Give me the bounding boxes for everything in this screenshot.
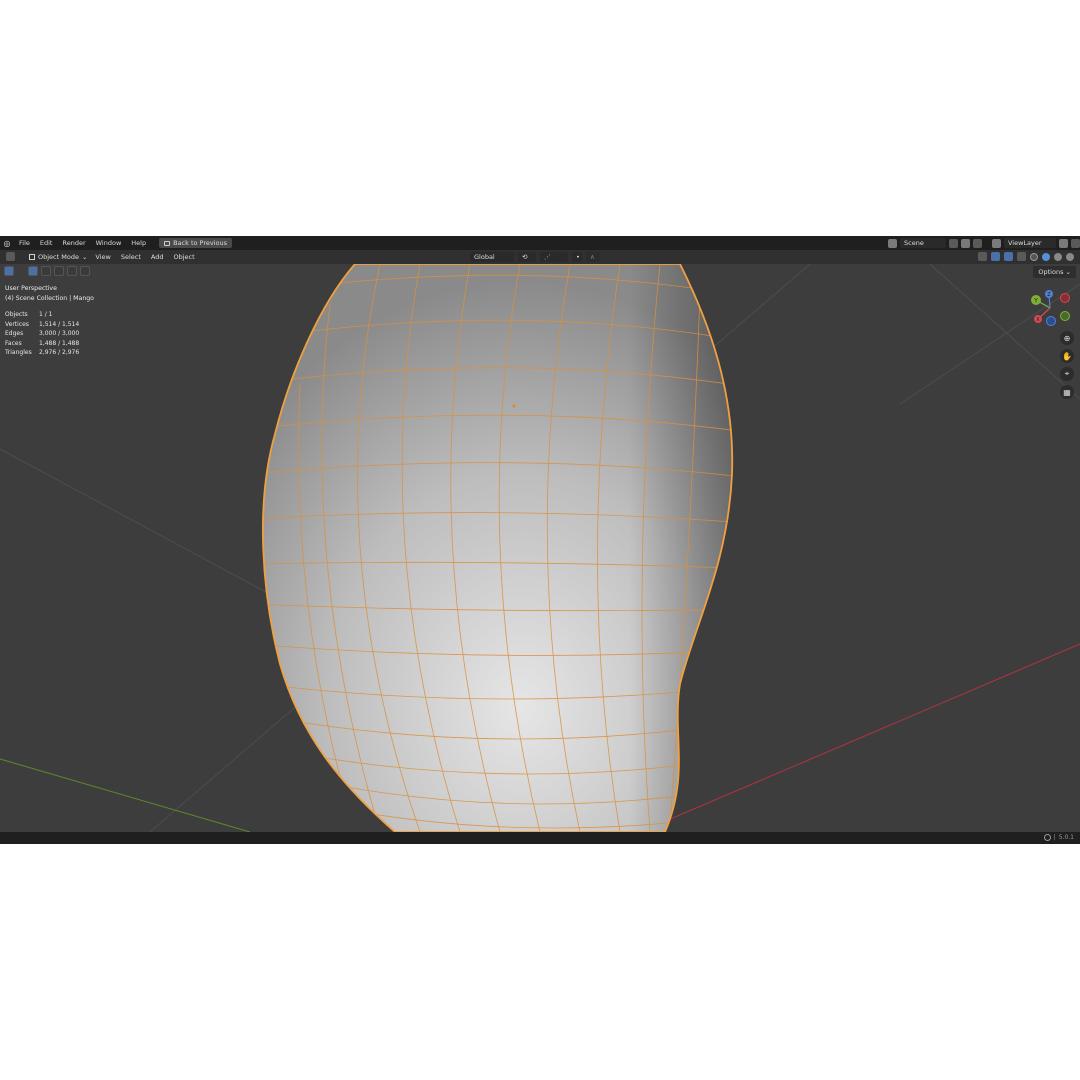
options-label: Options <box>1038 268 1064 276</box>
object-origin[interactable] <box>512 404 516 408</box>
blender-window: ◎ File Edit Render Window Help Back to P… <box>0 236 1080 844</box>
overlay-toggle-icon[interactable] <box>1004 252 1013 261</box>
tool-settings-row <box>4 266 90 276</box>
stat-row: Edges 3,000 / 3,000 <box>5 330 80 338</box>
solid-shading-icon[interactable] <box>1042 252 1050 261</box>
blender-logo-icon[interactable]: ◎ <box>0 236 14 250</box>
view-layer-field[interactable]: ViewLayer <box>1004 238 1056 248</box>
delete-scene-icon[interactable] <box>973 238 982 248</box>
back-icon <box>164 240 171 246</box>
camera-view-icon[interactable]: ⌖ <box>1060 367 1074 381</box>
stat-row: Objects 1 / 1 <box>5 311 53 318</box>
pin-icon[interactable] <box>949 238 958 248</box>
orientation-label: Global <box>474 253 495 261</box>
gizmo-y-neg[interactable] <box>1060 311 1070 321</box>
version-info: | 5.0.1 <box>1043 834 1074 841</box>
3d-viewport[interactable] <box>0 264 1080 832</box>
stat-row: Faces 1,488 / 1,488 <box>5 339 80 347</box>
status-bar: | 5.0.1 <box>0 832 1080 844</box>
navigation-gizmo[interactable]: Y Z X <box>1028 288 1072 328</box>
viewport-navigation: ⊕ ✋ ⌖ ▦ <box>1060 331 1074 399</box>
wireframe-shading-icon[interactable] <box>1030 252 1038 261</box>
delete-view-layer-icon[interactable] <box>1071 238 1080 248</box>
menu-select[interactable]: Select <box>116 253 146 261</box>
version-label: 5.0.1 <box>1058 834 1074 841</box>
mango-mesh[interactable] <box>250 264 760 832</box>
scene-type-icon[interactable] <box>888 238 897 248</box>
editor-type-icon[interactable] <box>6 252 15 261</box>
gizmo-toggle-icon[interactable] <box>991 252 1000 261</box>
material-shading-icon[interactable] <box>1054 252 1062 261</box>
falloff-icon[interactable]: ∧ <box>586 252 600 262</box>
mode-selector[interactable]: Object Mode ⌄ <box>26 252 90 262</box>
scene-statistics: Objects 1 / 1 Vertices 1,514 / 1,514 Edges… <box>5 310 79 358</box>
back-to-previous-button[interactable]: Back to Previous <box>159 238 233 248</box>
menu-help[interactable]: Help <box>126 236 151 250</box>
pivot-point-icon[interactable]: ⟲ <box>518 252 536 262</box>
orientation-dropdown[interactable]: Global <box>470 252 514 262</box>
menu-object[interactable]: Object <box>169 253 200 261</box>
visibility-icon[interactable] <box>978 252 987 261</box>
stat-row: Vertices 1,514 / 1,514 <box>5 320 80 328</box>
svg-text:Z: Z <box>1047 292 1051 298</box>
xray-icon[interactable] <box>1017 252 1026 261</box>
options-dropdown[interactable]: Options ⌄ <box>1033 266 1076 278</box>
proportional-edit-icon[interactable]: • <box>572 252 582 262</box>
menu-edit[interactable]: Edit <box>35 236 58 250</box>
intersect-mode-icon[interactable] <box>80 266 90 276</box>
select-box-mode-icon[interactable] <box>28 266 38 276</box>
rendered-shading-icon[interactable] <box>1066 252 1074 261</box>
globe-icon <box>1043 834 1051 841</box>
invert-mode-icon[interactable] <box>67 266 77 276</box>
new-view-layer-icon[interactable] <box>1059 238 1068 248</box>
y-axis-line <box>0 758 251 832</box>
new-scene-icon[interactable] <box>961 238 970 248</box>
top-menu-bar: ◎ File Edit Render Window Help Back to P… <box>0 236 1080 250</box>
mode-label: Object Mode <box>38 253 79 261</box>
snap-icon[interactable]: ⋰ <box>540 252 568 262</box>
transform-controls: Global ⟲ ⋰ • ∧ <box>470 252 600 262</box>
gizmo-z-neg[interactable] <box>1046 316 1056 326</box>
svg-text:X: X <box>1036 317 1040 323</box>
pan-hand-icon[interactable]: ✋ <box>1060 349 1074 363</box>
menu-window[interactable]: Window <box>91 236 127 250</box>
view-layer-icon[interactable] <box>992 238 1001 248</box>
zoom-icon[interactable]: ⊕ <box>1060 331 1074 345</box>
subtract-mode-icon[interactable] <box>54 266 64 276</box>
stat-row: Triangles 2,976 / 2,976 <box>5 349 80 357</box>
extend-mode-icon[interactable] <box>41 266 51 276</box>
gizmo-x-neg[interactable] <box>1060 293 1070 303</box>
menu-add[interactable]: Add <box>146 253 169 261</box>
scene-controls: Scene ViewLayer <box>888 236 1080 250</box>
perspective-label: User Perspective <box>5 285 57 292</box>
perspective-toggle-icon[interactable]: ▦ <box>1060 385 1074 399</box>
chevron-down-icon: ⌄ <box>81 253 88 261</box>
viewport-info: User Perspective (4) Scene Collection | … <box>5 284 94 304</box>
shading-controls <box>978 252 1074 261</box>
menu-render[interactable]: Render <box>57 236 90 250</box>
viewport-header: Object Mode ⌄ View Select Add Object Glo… <box>0 250 1080 264</box>
svg-text:Y: Y <box>1033 297 1038 304</box>
select-tool-icon[interactable] <box>4 266 14 276</box>
menu-file[interactable]: File <box>14 236 35 250</box>
scene-field[interactable]: Scene <box>900 238 946 248</box>
back-to-previous-label: Back to Previous <box>173 239 228 247</box>
collection-label: (4) Scene Collection | Mango <box>5 295 94 302</box>
menu-view[interactable]: View <box>90 253 115 261</box>
object-mode-icon <box>29 254 35 260</box>
x-axis-line <box>639 643 1080 832</box>
